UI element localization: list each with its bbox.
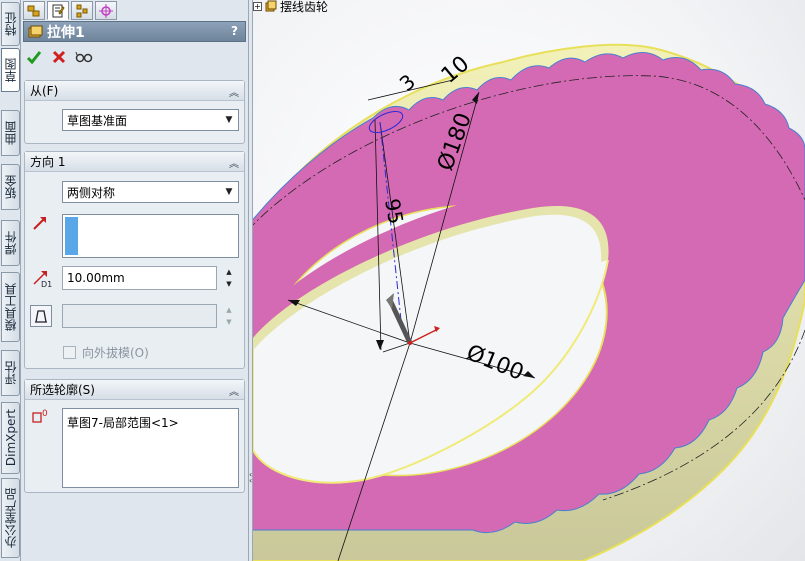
from-start-condition-select[interactable]: 草图基准面 ▼ <box>62 109 239 131</box>
selected-contours-title: 所选轮廓(S) <box>30 383 95 397</box>
from-group-header[interactable]: 从(F) ︽ <box>25 81 244 101</box>
collapse-panel-icon[interactable]: ‹ ‹ <box>249 471 252 485</box>
from-group: 从(F) ︽ 草图基准面 ▼ <box>24 80 245 144</box>
manager-tabs <box>21 0 248 20</box>
tab-features-label: 特征 <box>4 12 18 36</box>
direction-vector-selection-box[interactable] <box>62 214 239 258</box>
depth-value: 10.00mm <box>67 271 125 285</box>
ok-cancel-row <box>25 46 93 68</box>
collapse-chevron-icon[interactable]: ︽ <box>229 84 239 99</box>
chevron-down-icon: ▼ <box>225 115 233 125</box>
tab-mold-tools-label: 模具工具 <box>4 283 18 331</box>
reverse-direction-icon[interactable] <box>31 214 49 235</box>
tab-office-products-label: 办公室产品 <box>4 488 18 548</box>
property-sheet-icon <box>52 4 65 17</box>
cancel-button[interactable] <box>50 48 68 66</box>
depth-d1-icon: D1 <box>31 268 53 291</box>
crosshair-icon <box>99 3 113 18</box>
from-start-condition-value: 草图基准面 <box>67 113 128 128</box>
glasses-icon <box>75 51 93 63</box>
end-condition-select[interactable]: 两侧对称 ▼ <box>62 181 239 203</box>
tab-weldments[interactable]: 焊件 <box>1 220 20 266</box>
extrude-icon <box>28 25 43 37</box>
chevron-down-icon: ▼ <box>225 187 233 197</box>
dimension-radius: 95 <box>380 197 408 226</box>
spin-down-icon[interactable]: ▼ <box>226 318 231 326</box>
collapse-chevron-icon[interactable]: ︽ <box>229 383 239 398</box>
feature-title: 拉伸1 <box>47 24 85 41</box>
draft-angle-input[interactable] <box>62 304 217 328</box>
direction1-group-header[interactable]: 方向 1 ︽ <box>25 152 244 172</box>
selected-contours-list[interactable]: 草图7-局部范围<1> <box>62 408 239 488</box>
tab-mold-tools[interactable]: 模具工具 <box>1 272 20 342</box>
spin-up-icon[interactable]: ▲ <box>226 306 231 314</box>
detailed-preview-button[interactable] <box>75 48 93 66</box>
tab-sketch[interactable]: 草图 <box>1 48 20 92</box>
tab-dimxpert-label: DimXpert <box>3 409 18 467</box>
feature-title-bar: 拉伸1 ? <box>23 21 246 42</box>
tab-evaluate[interactable]: 评估 <box>1 350 20 396</box>
command-manager-tab-strip: 特征 草图 曲面 钣金 焊件 模具工具 评估 DimXpert 办公室产品 <box>0 0 21 561</box>
tab-dimxpert[interactable]: DimXpert <box>1 402 20 474</box>
tab-sheet-metal[interactable]: 钣金 <box>1 164 20 210</box>
selection-color-swatch <box>65 217 78 255</box>
dimxpert-manager-tab[interactable] <box>95 1 117 20</box>
tab-features[interactable]: 特征 <box>1 2 20 46</box>
depth-input[interactable]: 10.00mm <box>62 266 217 290</box>
checkmark-icon <box>26 51 42 65</box>
direction1-group: 方向 1 ︽ 两侧对称 ▼ D1 10.00mm ▲ ▼ ▲ ▼ 向外拔模(O) <box>24 151 245 369</box>
svg-text:D1: D1 <box>41 280 52 288</box>
depth-spinner[interactable]: ▲ ▼ <box>221 266 237 290</box>
feature-manager-tab[interactable] <box>23 1 45 20</box>
list-item[interactable]: 草图7-局部范围<1> <box>67 414 179 431</box>
draft-outward-label: 向外拔模(O) <box>82 346 149 360</box>
gear-body <box>253 43 805 561</box>
sketch-contour-icon: 0 <box>31 408 51 427</box>
spin-down-icon[interactable]: ▼ <box>226 280 231 288</box>
draft-icon <box>35 310 47 323</box>
graphics-viewport[interactable]: + 摆线齿轮 10 3 Ø180 95 Ø100 <box>253 0 805 561</box>
direction1-group-title: 方向 1 <box>30 155 66 169</box>
tab-weldments-label: 焊件 <box>4 231 18 255</box>
collapse-chevron-icon[interactable]: ︽ <box>229 155 239 170</box>
draft-outward-option[interactable]: 向外拔模(O) <box>63 344 149 361</box>
tab-surfaces-label: 曲面 <box>4 121 18 145</box>
svg-text:0: 0 <box>42 409 48 419</box>
tab-sheet-metal-label: 钣金 <box>4 175 18 199</box>
configuration-icon <box>76 4 88 17</box>
draft-on-off-button[interactable] <box>30 305 52 327</box>
draft-angle-spinner[interactable]: ▲ ▼ <box>221 304 237 328</box>
property-manager-tab[interactable] <box>47 1 69 20</box>
model-graphics: 10 3 Ø180 95 Ø100 <box>253 43 805 561</box>
tab-sketch-label: 草图 <box>4 58 18 82</box>
end-condition-value: 两侧对称 <box>67 185 116 200</box>
feature-tree-icon <box>27 5 40 16</box>
draft-outward-checkbox[interactable] <box>63 346 76 359</box>
configuration-manager-tab[interactable] <box>71 1 93 20</box>
spin-up-icon[interactable]: ▲ <box>226 268 231 276</box>
selected-contours-group: 所选轮廓(S) ︽ 0 草图7-局部范围<1> <box>24 379 245 493</box>
help-button[interactable]: ? <box>227 24 242 39</box>
tab-surfaces[interactable]: 曲面 <box>1 110 20 156</box>
tab-evaluate-label: 评估 <box>4 361 18 385</box>
tab-office-products[interactable]: 办公室产品 <box>1 478 20 558</box>
close-icon <box>52 50 66 64</box>
property-manager: 拉伸1 ? 从(F) ︽ 草图基准面 ▼ 方向 1 ︽ 两侧对称 ▼ D1 10… <box>21 0 248 561</box>
selected-contours-header[interactable]: 所选轮廓(S) ︽ <box>25 380 244 400</box>
from-group-title: 从(F) <box>30 84 59 98</box>
ok-button[interactable] <box>25 48 43 66</box>
